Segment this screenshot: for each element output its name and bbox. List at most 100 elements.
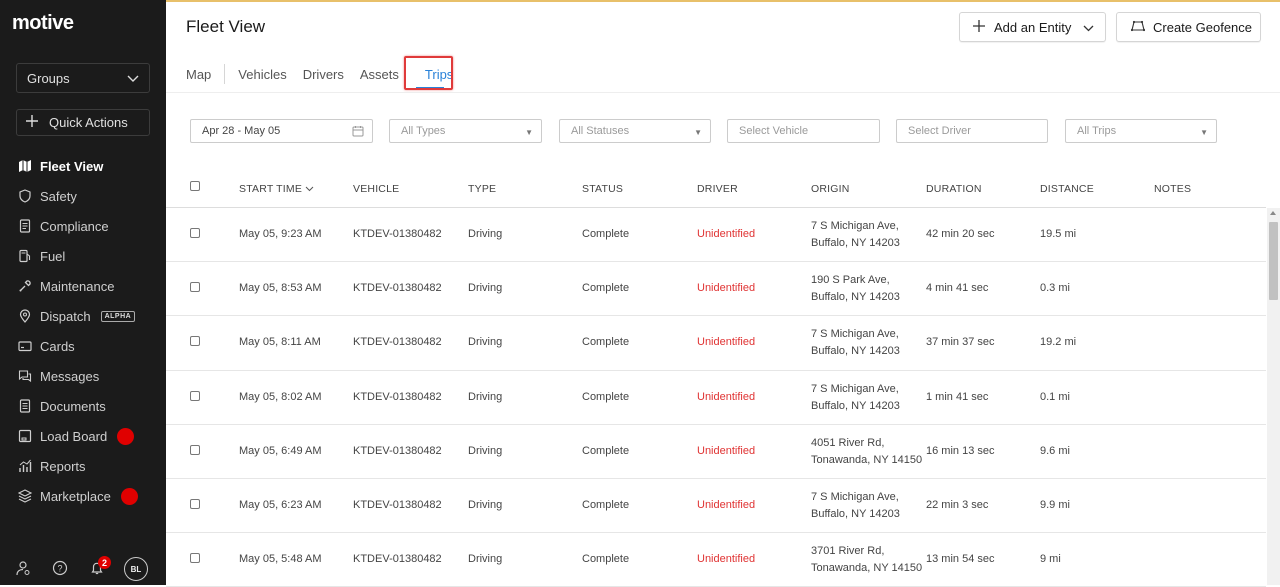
origin-line-1: 190 S Park Ave,: [811, 274, 890, 287]
origin-cell: 190 S Park Ave, Buffalo, NY 14203: [811, 272, 900, 306]
status-cell: Complete: [582, 336, 630, 349]
sidebar-item-fleet-view[interactable]: Fleet View: [0, 151, 166, 181]
driver-cell[interactable]: Unidentified: [697, 499, 755, 511]
column-header-type[interactable]: TYPE: [468, 183, 496, 195]
row-checkbox[interactable]: [190, 498, 200, 509]
row-checkbox[interactable]: [190, 444, 200, 455]
sidebar-item-reports[interactable]: Reports: [0, 451, 166, 481]
statuses-select[interactable]: All Statuses ▼: [559, 119, 711, 143]
sidebar-item-safety[interactable]: Safety: [0, 181, 166, 211]
sidebar-item-cards[interactable]: Cards: [0, 331, 166, 361]
table-row[interactable]: May 05, 9:23 AM KTDEV-01380482 Driving C…: [166, 208, 1266, 263]
vehicle-cell[interactable]: KTDEV-01380482: [353, 336, 442, 348]
tab-drivers[interactable]: Drivers: [303, 67, 344, 82]
vehicle-cell[interactable]: KTDEV-01380482: [353, 445, 442, 457]
start-time-cell: May 05, 8:11 AM: [239, 336, 321, 349]
vehicle-cell[interactable]: KTDEV-01380482: [353, 391, 442, 403]
row-checkbox[interactable]: [190, 390, 200, 401]
vehicle-cell[interactable]: KTDEV-01380482: [353, 282, 442, 294]
groups-dropdown[interactable]: Groups: [16, 63, 150, 93]
scroll-up-arrow-icon[interactable]: [1270, 211, 1276, 215]
types-select[interactable]: All Types ▼: [389, 119, 542, 143]
vehicle-cell[interactable]: KTDEV-01380482: [353, 228, 442, 240]
sidebar-item-load-board[interactable]: Load Board: [0, 421, 166, 451]
statuses-select-value: All Statuses: [571, 125, 630, 137]
quick-actions-button[interactable]: Quick Actions: [16, 109, 150, 136]
plus-icon: [25, 114, 39, 131]
help-icon[interactable]: ?: [51, 559, 69, 577]
table-row[interactable]: May 05, 8:11 AM KTDEV-01380482 Driving C…: [166, 316, 1266, 371]
vehicle-cell[interactable]: KTDEV-01380482: [353, 553, 442, 565]
create-geofence-button[interactable]: Create Geofence: [1116, 12, 1261, 42]
driver-cell[interactable]: Unidentified: [697, 282, 755, 294]
column-header-status[interactable]: STATUS: [582, 183, 623, 195]
card-icon: [18, 339, 32, 353]
sidebar-item-maintenance[interactable]: Maintenance: [0, 271, 166, 301]
table-row[interactable]: May 05, 6:23 AM KTDEV-01380482 Driving C…: [166, 479, 1266, 534]
date-range-picker[interactable]: Apr 28 - May 05: [190, 119, 373, 143]
table-row[interactable]: May 05, 8:53 AM KTDEV-01380482 Driving C…: [166, 262, 1266, 317]
distance-cell: 0.3 mi: [1040, 282, 1070, 295]
driver-cell[interactable]: Unidentified: [697, 391, 755, 403]
duration-cell: 1 min 41 sec: [926, 390, 989, 403]
start-time-cell: May 05, 8:53 AM: [239, 282, 322, 295]
sidebar-item-messages[interactable]: Messages: [0, 361, 166, 391]
origin-line-1: 7 S Michigan Ave,: [811, 328, 899, 341]
sidebar-footer: ? 2 BL: [0, 556, 166, 584]
groups-label: Groups: [27, 70, 70, 86]
duration-cell: 42 min 20 sec: [926, 228, 995, 240]
table-header: START TIME VEHICLE TYPE STATUS DRIVER OR…: [166, 178, 1266, 208]
driver-cell[interactable]: Unidentified: [697, 336, 755, 348]
driver-cell[interactable]: Unidentified: [697, 228, 755, 240]
sidebar-item-dispatch[interactable]: Dispatch ALPHA: [0, 301, 166, 331]
column-header-start-time[interactable]: START TIME: [239, 183, 314, 195]
documents-icon: [18, 399, 32, 413]
sidebar-item-marketplace[interactable]: Marketplace: [0, 481, 166, 511]
scrollbar-thumb[interactable]: [1269, 222, 1278, 300]
table-row[interactable]: May 05, 5:48 AM KTDEV-01380482 Driving C…: [166, 533, 1266, 587]
trips-tab-highlight-box: [404, 56, 453, 90]
row-checkbox[interactable]: [190, 228, 200, 238]
tab-assets[interactable]: Assets: [360, 67, 399, 82]
driver-cell[interactable]: Unidentified: [697, 445, 755, 457]
column-header-notes: NOTES: [1154, 183, 1192, 195]
driver-cell[interactable]: Unidentified: [697, 553, 755, 565]
row-checkbox[interactable]: [190, 282, 200, 293]
table-row[interactable]: May 05, 8:02 AM KTDEV-01380482 Driving C…: [166, 371, 1266, 425]
duration-cell: 16 min 13 sec: [926, 444, 995, 457]
type-cell: Driving: [468, 444, 503, 457]
origin-line-1: 7 S Michigan Ave,: [811, 382, 899, 395]
origin-line-1: 7 S Michigan Ave,: [811, 490, 899, 503]
select-vehicle-placeholder: Select Vehicle: [739, 125, 809, 137]
vehicle-cell[interactable]: KTDEV-01380482: [353, 499, 442, 511]
user-icon[interactable]: [14, 559, 32, 577]
select-vehicle-input[interactable]: Select Vehicle: [727, 119, 880, 143]
trips-select-value: All Trips: [1077, 125, 1117, 137]
create-geofence-label: Create Geofence: [1153, 19, 1253, 35]
tab-map[interactable]: Map: [186, 67, 211, 82]
sidebar-item-compliance[interactable]: Compliance: [0, 211, 166, 241]
select-driver-input[interactable]: Select Driver: [896, 119, 1048, 143]
column-header-distance[interactable]: DISTANCE: [1040, 183, 1094, 195]
column-header-origin[interactable]: ORIGIN: [811, 183, 850, 195]
column-header-driver[interactable]: DRIVER: [697, 183, 738, 195]
motive-logo[interactable]: motive: [12, 12, 74, 35]
page-title: Fleet View: [186, 17, 266, 36]
avatar[interactable]: BL: [124, 557, 148, 581]
trips-select[interactable]: All Trips ▼: [1065, 119, 1217, 143]
add-entity-button[interactable]: Add an Entity: [959, 12, 1106, 42]
row-checkbox[interactable]: [190, 553, 200, 564]
table-scrollbar[interactable]: [1267, 208, 1280, 585]
status-cell: Complete: [582, 553, 630, 566]
column-header-vehicle[interactable]: VEHICLE: [353, 183, 399, 195]
row-checkbox[interactable]: [190, 336, 200, 347]
chevron-down-icon: [127, 71, 139, 86]
sidebar-item-fuel[interactable]: Fuel: [0, 241, 166, 271]
status-cell: Complete: [582, 444, 630, 457]
origin-cell: 4051 River Rd, Tonawanda, NY 14150: [811, 435, 922, 469]
select-all-checkbox[interactable]: [190, 181, 200, 191]
sidebar-item-documents[interactable]: Documents: [0, 391, 166, 421]
tab-vehicles[interactable]: Vehicles: [238, 67, 286, 82]
table-row[interactable]: May 05, 6:49 AM KTDEV-01380482 Driving C…: [166, 425, 1266, 479]
column-header-duration[interactable]: DURATION: [926, 183, 982, 195]
